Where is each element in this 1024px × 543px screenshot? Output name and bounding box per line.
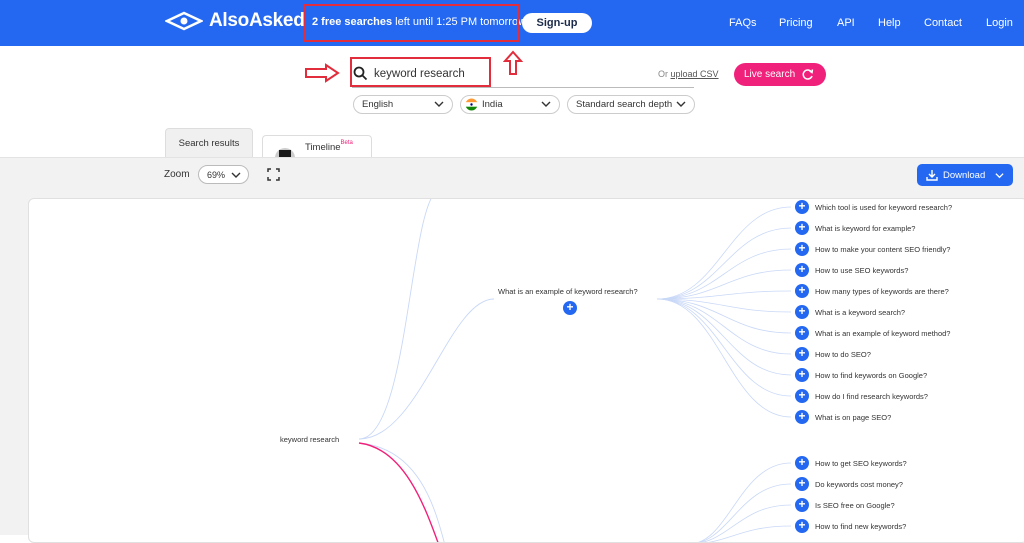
link-branch-to-question	[656, 298, 792, 355]
language-select[interactable]: English	[353, 95, 453, 114]
signup-button[interactable]: Sign-up	[522, 13, 592, 33]
expand-question-button[interactable]: +	[795, 410, 809, 424]
or-text: Or	[658, 69, 671, 79]
tab-search-results-label: Search results	[178, 138, 240, 149]
logo[interactable]: AlsoAsked	[165, 10, 305, 32]
link-root-down	[358, 442, 445, 542]
download-icon	[926, 170, 938, 181]
link-branch-to-question	[656, 298, 792, 376]
expand-question-button[interactable]: +	[795, 477, 809, 491]
live-search-button[interactable]: Live search	[734, 63, 826, 86]
question-node[interactable]: What is on page SEO?	[815, 413, 891, 422]
question-node[interactable]: How many types of keywords are there?	[815, 287, 949, 296]
tab-timeline[interactable]: Timeline Beta	[262, 135, 372, 158]
download-button[interactable]: Download	[917, 164, 1013, 186]
question-node[interactable]: Which tool is used for keyword research?	[815, 203, 952, 212]
expand-question-button[interactable]: +	[795, 263, 809, 277]
chevron-down-icon	[434, 101, 444, 107]
expand-question-button[interactable]: +	[795, 200, 809, 214]
zoom-label: Zoom	[164, 169, 190, 180]
mindmap-canvas[interactable]: keyword research What is an example of k…	[28, 198, 1024, 543]
link-branch-to-question	[656, 298, 792, 397]
question-node[interactable]: What is keyword for example?	[815, 224, 915, 233]
expand-question-button[interactable]: +	[795, 519, 809, 533]
upload-csv-link[interactable]: upload CSV	[671, 69, 719, 79]
expand-question-button[interactable]: +	[795, 389, 809, 403]
question-node[interactable]: How do I find research keywords?	[815, 392, 928, 401]
expand-question-button[interactable]: +	[795, 498, 809, 512]
expand-question-button[interactable]: +	[795, 305, 809, 319]
chevron-down-icon	[231, 172, 241, 178]
expand-question-button[interactable]: +	[795, 456, 809, 470]
expand-question-button[interactable]: +	[795, 242, 809, 256]
tab-timeline-label: Timeline	[305, 141, 341, 153]
zoom-select[interactable]: 69%	[198, 165, 249, 184]
question-node[interactable]: What is a keyword search?	[815, 308, 905, 317]
question-node[interactable]: What is an example of keyword method?	[815, 329, 950, 338]
country-select[interactable]: India	[460, 95, 560, 114]
language-value: English	[362, 99, 394, 110]
chevron-down-icon	[676, 101, 686, 107]
link-branch-to-question	[701, 504, 792, 542]
chevron-down-icon	[541, 101, 551, 107]
beta-badge: Beta	[340, 140, 353, 146]
upload-csv-text: Or upload CSV	[658, 69, 719, 79]
question-node[interactable]: How to do SEO?	[815, 350, 871, 359]
nav-faqs[interactable]: FAQs	[729, 17, 757, 29]
link-root-up	[358, 199, 432, 440]
nav-help[interactable]: Help	[878, 17, 901, 29]
question-node[interactable]: How to make your content SEO friendly?	[815, 245, 950, 254]
tab-search-results[interactable]: Search results	[165, 128, 253, 158]
chevron-down-icon	[995, 173, 1004, 179]
link-branch-to-question	[656, 298, 792, 418]
expand-question-button[interactable]: +	[795, 326, 809, 340]
logo-text: AlsoAsked	[209, 10, 305, 31]
link-root-active	[358, 442, 439, 542]
refresh-icon	[802, 69, 814, 80]
link-branch-to-question	[697, 462, 792, 542]
depth-value: Standard search depth	[576, 99, 673, 110]
link-branch-to-question	[699, 483, 792, 542]
link-root-to-branch	[358, 298, 495, 440]
branch-node[interactable]: What is an example of keyword research?	[498, 287, 638, 296]
annotation-box-banner	[304, 4, 519, 42]
live-search-label: Live search	[744, 69, 796, 80]
avatar-icon	[275, 148, 295, 158]
expand-question-button[interactable]: +	[795, 284, 809, 298]
nav-contact[interactable]: Contact	[924, 17, 962, 29]
zoom-value: 69%	[207, 169, 226, 180]
nav-api[interactable]: API	[837, 17, 855, 29]
question-node[interactable]: How to get SEO keywords?	[815, 459, 907, 468]
expand-question-button[interactable]: +	[795, 347, 809, 361]
question-node[interactable]: How to find new keywords?	[815, 522, 906, 531]
question-node[interactable]: Is SEO free on Google?	[815, 501, 895, 510]
fullscreen-icon[interactable]	[267, 168, 280, 181]
eye-logo-icon	[165, 11, 203, 31]
link-branch-to-question	[656, 227, 792, 300]
expand-question-button[interactable]: +	[795, 368, 809, 382]
expand-branch-button[interactable]: +	[563, 301, 577, 315]
india-flag-icon	[465, 98, 478, 111]
link-branch-to-question	[656, 206, 792, 300]
annotation-box-search	[350, 57, 491, 87]
root-node[interactable]: keyword research	[280, 435, 339, 444]
question-node[interactable]: Do keywords cost money?	[815, 480, 903, 489]
nav-pricing[interactable]: Pricing	[779, 17, 813, 29]
country-value: India	[482, 99, 503, 110]
depth-select[interactable]: Standard search depth	[567, 95, 695, 114]
annotation-right-arrow-icon	[305, 63, 340, 83]
expand-question-button[interactable]: +	[795, 221, 809, 235]
question-node[interactable]: How to find keywords on Google?	[815, 371, 927, 380]
nav-login[interactable]: Login	[986, 17, 1013, 29]
question-node[interactable]: How to use SEO keywords?	[815, 266, 908, 275]
download-label: Download	[943, 169, 986, 181]
